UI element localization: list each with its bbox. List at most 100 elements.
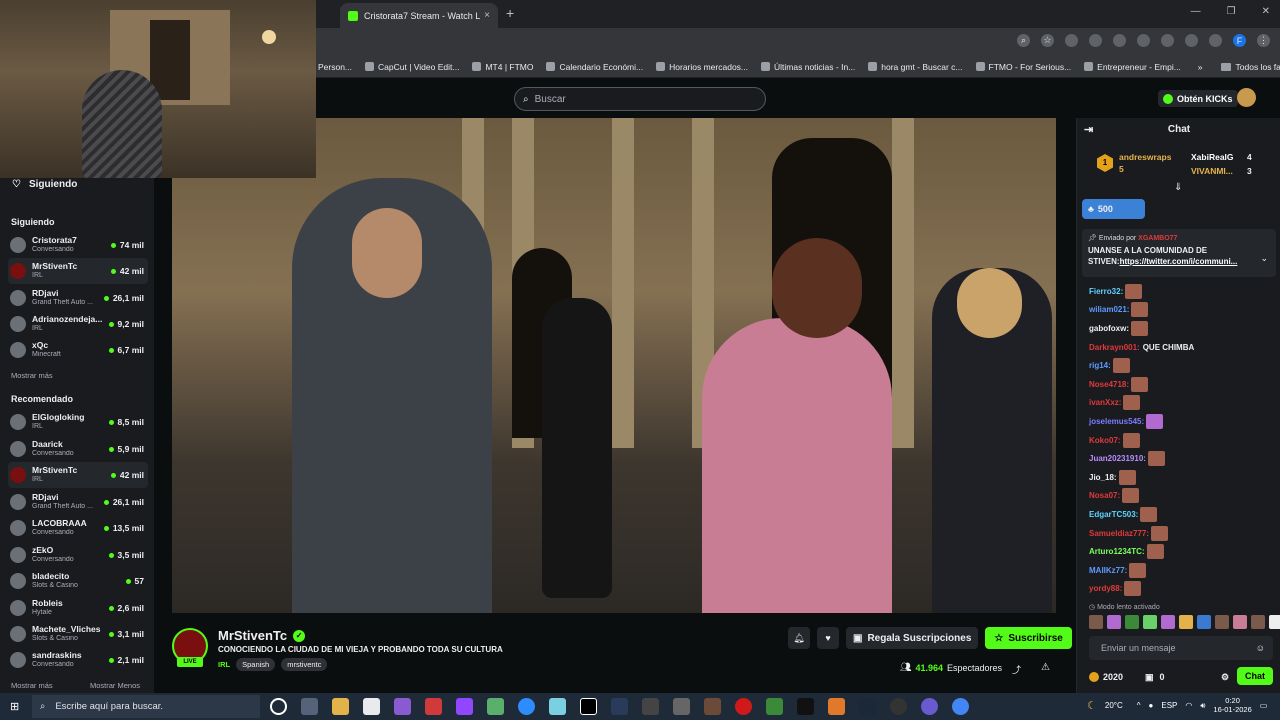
bookmarks-overflow-button[interactable]: » — [1198, 62, 1203, 72]
emote-icon[interactable] — [1107, 615, 1121, 629]
bookmark-item[interactable]: Calendario Económi... — [546, 62, 643, 72]
channel-item[interactable]: RDjavi Grand Theft Auto ... 26,1 mil — [8, 285, 148, 311]
category-link[interactable]: IRL — [218, 660, 230, 669]
emote-icon[interactable] — [1197, 615, 1211, 629]
browser-menu-icon[interactable]: ⋮ — [1257, 34, 1270, 47]
app-icon[interactable] — [921, 698, 938, 715]
tray-chevron-icon[interactable]: ^ — [1137, 701, 1141, 710]
emote-icon[interactable] — [1161, 615, 1175, 629]
follow-heart-button[interactable]: ♥ — [817, 627, 839, 649]
channel-item[interactable]: zEkO Conversando 3,5 mil — [8, 542, 148, 568]
extensions-puzzle-icon[interactable] — [1185, 34, 1198, 47]
app-icon[interactable] — [549, 698, 566, 715]
settings-icon[interactable] — [673, 698, 690, 715]
twitch-icon[interactable] — [456, 698, 473, 715]
video-player[interactable] — [172, 118, 1056, 613]
extension-icon-3[interactable] — [1113, 34, 1126, 47]
reading-list-icon[interactable] — [1209, 34, 1222, 47]
show-less-recommended[interactable]: Mostrar Menos — [90, 681, 140, 690]
leaderboard-user[interactable]: XabiRealG — [1191, 152, 1234, 162]
channel-item[interactable]: xQc Minecraft 6,7 mil — [8, 337, 148, 363]
following-nav[interactable]: ♡ Siguiendo — [12, 179, 77, 190]
cortana-icon[interactable] — [270, 698, 287, 715]
channel-item[interactable]: MrStivenTc IRL 42 mil — [8, 462, 148, 488]
extension-icon-1[interactable] — [1065, 34, 1078, 47]
channel-item[interactable]: Daarick Conversando 5,9 mil — [8, 436, 148, 462]
windows-start-icon[interactable]: ⊞ — [10, 700, 28, 713]
leaderboard-user[interactable]: VIVANMI... — [1191, 166, 1233, 176]
channel-item[interactable]: sandraskins Conversando 2,1 mil — [8, 647, 148, 673]
notification-bell-button[interactable]: 🔔︎ — [788, 627, 810, 649]
file-explorer-icon[interactable] — [332, 698, 349, 715]
volume-icon[interactable]: 🔊︎ — [1200, 701, 1205, 711]
subscribe-button[interactable]: ☆ Suscribirse — [985, 627, 1072, 649]
emote-icon[interactable] — [1089, 615, 1103, 629]
extension-icon-4[interactable] — [1137, 34, 1150, 47]
channel-item[interactable]: LACOBRAAA Conversando 13,5 mil — [8, 515, 148, 541]
app-icon[interactable] — [394, 698, 411, 715]
user-avatar[interactable] — [1237, 88, 1256, 107]
browser-tab-active[interactable]: Cristorata7 Stream - Watch Live × — [340, 3, 498, 28]
minecraft-icon[interactable] — [766, 698, 783, 715]
search-input[interactable]: ⌕ Buscar — [514, 87, 766, 111]
channel-item[interactable]: ElGlogloking IRL 8,5 mil — [8, 409, 148, 435]
channel-item[interactable]: Machete_Vliches Slots & Casino 3,1 mil — [8, 621, 148, 647]
emoji-picker-icon[interactable]: ☺ — [1256, 636, 1265, 660]
emote-icon[interactable] — [1269, 615, 1280, 629]
show-more-following[interactable]: Mostrar más — [11, 371, 53, 380]
gift-subs-button[interactable]: ▣ Regala Suscripciones — [846, 627, 979, 649]
capcut-icon[interactable] — [580, 698, 597, 715]
pinned-link[interactable]: https://twitter.com/i/communi... — [1120, 257, 1238, 266]
emote-icon[interactable] — [1179, 615, 1193, 629]
task-view-icon[interactable] — [301, 698, 318, 715]
app-icon[interactable] — [425, 698, 442, 715]
tiktok-icon[interactable] — [797, 698, 814, 715]
bookmark-item[interactable]: Person... — [318, 62, 352, 72]
minimize-button[interactable]: — — [1191, 6, 1201, 17]
report-icon[interactable]: ⚠ — [1041, 662, 1050, 673]
app-icon[interactable] — [611, 698, 628, 715]
zoom-icon[interactable]: ⌕ — [1017, 34, 1030, 47]
app-icon[interactable] — [828, 698, 845, 715]
channel-points[interactable]: 2020 — [1089, 672, 1123, 682]
language-indicator[interactable]: ESP — [1161, 701, 1177, 710]
channel-item[interactable]: bladecito Slots & Casino 57 — [8, 568, 148, 594]
emote-icon[interactable] — [1251, 615, 1265, 629]
channel-item[interactable]: Robleis Hytale 2,6 mil — [8, 595, 148, 621]
bookmark-item[interactable]: Entrepreneur - Empi... — [1084, 62, 1181, 72]
bookmark-star-icon[interactable]: ☆ — [1041, 34, 1054, 47]
extension-icon-2[interactable] — [1089, 34, 1102, 47]
taskbar-search-input[interactable]: ⌕ Escribe aquí para buscar. — [32, 695, 260, 718]
channel-item[interactable]: Adrianozendeja... IRL 9,2 mil — [8, 311, 148, 337]
close-window-button[interactable]: ✕ — [1262, 6, 1270, 17]
app-icon[interactable] — [642, 698, 659, 715]
tag-chip[interactable]: Spanish — [236, 658, 276, 671]
app-icon[interactable] — [890, 698, 907, 715]
streamer-name[interactable]: MrStivenTc ✓ — [218, 628, 306, 643]
collapse-chat-icon[interactable]: ⇥ — [1084, 118, 1093, 142]
app-tray-icon[interactable]: ● — [1149, 701, 1154, 710]
opera-icon[interactable] — [735, 698, 752, 715]
clock[interactable]: 0:20 16-01-2026 — [1213, 696, 1251, 714]
emote-icon[interactable] — [1143, 615, 1157, 629]
channel-item[interactable]: MrStivenTc IRL 42 mil — [8, 258, 148, 284]
bookmark-item[interactable]: hora gmt - Buscar c... — [868, 62, 963, 72]
chat-send-button[interactable]: Chat — [1237, 667, 1273, 685]
bookmark-item[interactable]: Últimas noticias - In... — [761, 62, 855, 72]
emote-icon[interactable] — [1125, 615, 1139, 629]
show-more-recommended[interactable]: Mostrar más — [11, 681, 53, 690]
extension-icon-5[interactable] — [1161, 34, 1174, 47]
channel-item[interactable]: Cristorata7 Conversando 74 mil — [8, 232, 148, 258]
get-kicks-button[interactable]: Obtén KICKs — [1158, 90, 1238, 107]
app-icon[interactable] — [704, 698, 721, 715]
app-icon[interactable] — [487, 698, 504, 715]
emote-icon[interactable] — [1215, 615, 1229, 629]
notepad-icon[interactable] — [363, 698, 380, 715]
chat-settings-icon[interactable]: ⚙ — [1221, 672, 1229, 683]
leaderboard-user[interactable]: andreswraps — [1119, 152, 1171, 162]
profile-avatar-icon[interactable]: F — [1233, 34, 1246, 47]
bookmark-item[interactable]: FTMO - For Serious... — [975, 62, 1071, 72]
kicks-pill[interactable]: ♣ 500 — [1082, 199, 1145, 219]
weather-temp[interactable]: 20°C — [1105, 701, 1123, 710]
notifications-icon[interactable]: ▭ — [1260, 701, 1268, 710]
